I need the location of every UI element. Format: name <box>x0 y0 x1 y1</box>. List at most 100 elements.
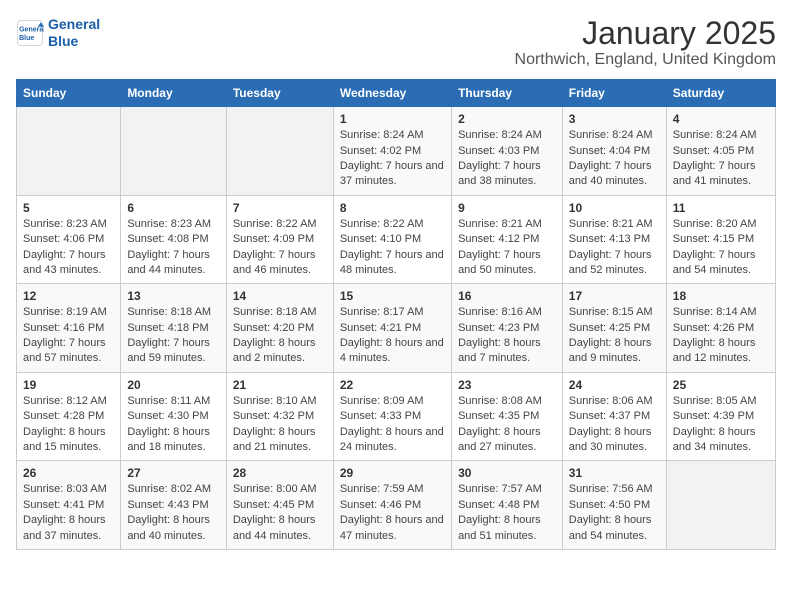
calendar-cell: 13Sunrise: 8:18 AM Sunset: 4:18 PM Dayli… <box>121 284 227 373</box>
calendar-cell: 30Sunrise: 7:57 AM Sunset: 4:48 PM Dayli… <box>452 461 563 550</box>
day-info: Sunrise: 8:10 AM Sunset: 4:32 PM Dayligh… <box>233 394 327 456</box>
calendar-cell: 29Sunrise: 7:59 AM Sunset: 4:46 PM Dayli… <box>333 461 451 550</box>
day-info: Sunrise: 8:05 AM Sunset: 4:39 PM Dayligh… <box>673 394 769 456</box>
day-info: Sunrise: 8:23 AM Sunset: 4:06 PM Dayligh… <box>23 217 114 279</box>
day-number: 2 <box>458 112 556 126</box>
calendar-cell <box>666 461 775 550</box>
weekday-header-monday: Monday <box>121 80 227 107</box>
weekday-header-saturday: Saturday <box>666 80 775 107</box>
day-number: 10 <box>569 201 660 215</box>
day-number: 3 <box>569 112 660 126</box>
day-number: 31 <box>569 466 660 480</box>
day-number: 12 <box>23 289 114 303</box>
day-number: 1 <box>340 112 445 126</box>
day-info: Sunrise: 8:06 AM Sunset: 4:37 PM Dayligh… <box>569 394 660 456</box>
day-info: Sunrise: 8:17 AM Sunset: 4:21 PM Dayligh… <box>340 305 445 367</box>
logo-text: General Blue <box>48 16 100 50</box>
calendar-cell: 27 Sunrise: 8:02 AM Sunset: 4:43 PM Dayli… <box>121 461 227 550</box>
calendar-cell: 19 Sunrise: 8:12 AM Sunset: 4:28 PM Dayli… <box>17 372 121 461</box>
day-info: Sunrise: 7:56 AM Sunset: 4:50 PM Dayligh… <box>569 482 660 544</box>
calendar-cell: 18Sunrise: 8:14 AM Sunset: 4:26 PM Dayli… <box>666 284 775 373</box>
calendar-cell: 22 Sunrise: 8:09 AM Sunset: 4:33 PM Dayli… <box>333 372 451 461</box>
day-info: Sunrise: 8:09 AM Sunset: 4:33 PM Dayligh… <box>340 394 445 456</box>
day-number: 30 <box>458 466 556 480</box>
calendar-cell: 4Sunrise: 8:24 AM Sunset: 4:05 PM Daylig… <box>666 107 775 196</box>
calendar-week-row: 19 Sunrise: 8:12 AM Sunset: 4:28 PM Dayli… <box>17 372 776 461</box>
day-number: 19 <box>23 378 114 392</box>
calendar-cell: 11 Sunrise: 8:20 AM Sunset: 4:15 PM Dayli… <box>666 195 775 284</box>
day-info: Sunrise: 8:24 AM Sunset: 4:03 PM Dayligh… <box>458 128 556 190</box>
day-number: 28 <box>233 466 327 480</box>
calendar-cell: 26Sunrise: 8:03 AM Sunset: 4:41 PM Dayli… <box>17 461 121 550</box>
calendar-cell: 8 Sunrise: 8:22 AM Sunset: 4:10 PM Daylig… <box>333 195 451 284</box>
calendar-week-row: 1 Sunrise: 8:24 AM Sunset: 4:02 PM Daylig… <box>17 107 776 196</box>
day-number: 25 <box>673 378 769 392</box>
calendar-cell: 21Sunrise: 8:10 AM Sunset: 4:32 PM Dayli… <box>226 372 333 461</box>
day-number: 16 <box>458 289 556 303</box>
day-info: Sunrise: 8:23 AM Sunset: 4:08 PM Dayligh… <box>127 217 220 279</box>
calendar-cell: 20 Sunrise: 8:11 AM Sunset: 4:30 PM Dayli… <box>121 372 227 461</box>
day-info: Sunrise: 8:21 AM Sunset: 4:12 PM Dayligh… <box>458 217 556 279</box>
calendar-cell: 24 Sunrise: 8:06 AM Sunset: 4:37 PM Dayli… <box>562 372 666 461</box>
calendar-cell: 2 Sunrise: 8:24 AM Sunset: 4:03 PM Daylig… <box>452 107 563 196</box>
day-number: 13 <box>127 289 220 303</box>
day-number: 8 <box>340 201 445 215</box>
day-number: 27 <box>127 466 220 480</box>
day-number: 11 <box>673 201 769 215</box>
calendar-cell: 17 Sunrise: 8:15 AM Sunset: 4:25 PM Dayli… <box>562 284 666 373</box>
svg-text:Blue: Blue <box>19 35 34 42</box>
day-info: Sunrise: 8:11 AM Sunset: 4:30 PM Dayligh… <box>127 394 220 456</box>
day-info: Sunrise: 8:21 AM Sunset: 4:13 PM Dayligh… <box>569 217 660 279</box>
calendar-cell: 16 Sunrise: 8:16 AM Sunset: 4:23 PM Dayli… <box>452 284 563 373</box>
calendar-cell: 7 Sunrise: 8:22 AM Sunset: 4:09 PM Daylig… <box>226 195 333 284</box>
day-number: 22 <box>340 378 445 392</box>
day-info: Sunrise: 8:20 AM Sunset: 4:15 PM Dayligh… <box>673 217 769 279</box>
day-number: 23 <box>458 378 556 392</box>
calendar-cell: 3 Sunrise: 8:24 AM Sunset: 4:04 PM Daylig… <box>562 107 666 196</box>
day-info: Sunrise: 8:14 AM Sunset: 4:26 PM Dayligh… <box>673 305 769 367</box>
day-info: Sunrise: 8:12 AM Sunset: 4:28 PM Dayligh… <box>23 394 114 456</box>
calendar-cell: 31 Sunrise: 7:56 AM Sunset: 4:50 PM Dayli… <box>562 461 666 550</box>
logo: General Blue General Blue <box>16 16 100 50</box>
title-block: January 2025 Northwich, England, United … <box>515 16 776 69</box>
weekday-header-wednesday: Wednesday <box>333 80 451 107</box>
day-number: 6 <box>127 201 220 215</box>
day-info: Sunrise: 8:22 AM Sunset: 4:10 PM Dayligh… <box>340 217 445 279</box>
weekday-header-friday: Friday <box>562 80 666 107</box>
day-info: Sunrise: 8:08 AM Sunset: 4:35 PM Dayligh… <box>458 394 556 456</box>
calendar-cell: 6 Sunrise: 8:23 AM Sunset: 4:08 PM Daylig… <box>121 195 227 284</box>
calendar-cell: 28Sunrise: 8:00 AM Sunset: 4:45 PM Dayli… <box>226 461 333 550</box>
day-number: 20 <box>127 378 220 392</box>
day-number: 9 <box>458 201 556 215</box>
day-number: 5 <box>23 201 114 215</box>
calendar-cell: 9 Sunrise: 8:21 AM Sunset: 4:12 PM Daylig… <box>452 195 563 284</box>
calendar-cell: 12 Sunrise: 8:19 AM Sunset: 4:16 PM Dayli… <box>17 284 121 373</box>
day-number: 7 <box>233 201 327 215</box>
day-number: 14 <box>233 289 327 303</box>
weekday-header-thursday: Thursday <box>452 80 563 107</box>
day-info: Sunrise: 8:16 AM Sunset: 4:23 PM Dayligh… <box>458 305 556 367</box>
calendar-cell <box>121 107 227 196</box>
calendar-cell: 15 Sunrise: 8:17 AM Sunset: 4:21 PM Dayli… <box>333 284 451 373</box>
weekday-header-tuesday: Tuesday <box>226 80 333 107</box>
page-header: General Blue General Blue January 2025 N… <box>16 16 776 69</box>
weekday-header-row: SundayMondayTuesdayWednesdayThursdayFrid… <box>17 80 776 107</box>
day-number: 15 <box>340 289 445 303</box>
day-info: Sunrise: 7:59 AM Sunset: 4:46 PM Dayligh… <box>340 482 445 544</box>
calendar-week-row: 5 Sunrise: 8:23 AM Sunset: 4:06 PM Daylig… <box>17 195 776 284</box>
calendar-week-row: 26Sunrise: 8:03 AM Sunset: 4:41 PM Dayli… <box>17 461 776 550</box>
calendar-week-row: 12 Sunrise: 8:19 AM Sunset: 4:16 PM Dayli… <box>17 284 776 373</box>
day-number: 17 <box>569 289 660 303</box>
day-number: 4 <box>673 112 769 126</box>
day-number: 26 <box>23 466 114 480</box>
weekday-header-sunday: Sunday <box>17 80 121 107</box>
day-info: Sunrise: 8:24 AM Sunset: 4:02 PM Dayligh… <box>340 128 445 190</box>
day-info: Sunrise: 8:02 AM Sunset: 4:43 PM Dayligh… <box>127 482 220 544</box>
calendar-cell: 25 Sunrise: 8:05 AM Sunset: 4:39 PM Dayli… <box>666 372 775 461</box>
day-info: Sunrise: 8:24 AM Sunset: 4:04 PM Dayligh… <box>569 128 660 190</box>
day-info: Sunrise: 8:15 AM Sunset: 4:25 PM Dayligh… <box>569 305 660 367</box>
calendar-cell: 23 Sunrise: 8:08 AM Sunset: 4:35 PM Dayli… <box>452 372 563 461</box>
day-info: Sunrise: 8:22 AM Sunset: 4:09 PM Dayligh… <box>233 217 327 279</box>
day-info: Sunrise: 8:19 AM Sunset: 4:16 PM Dayligh… <box>23 305 114 367</box>
day-number: 24 <box>569 378 660 392</box>
